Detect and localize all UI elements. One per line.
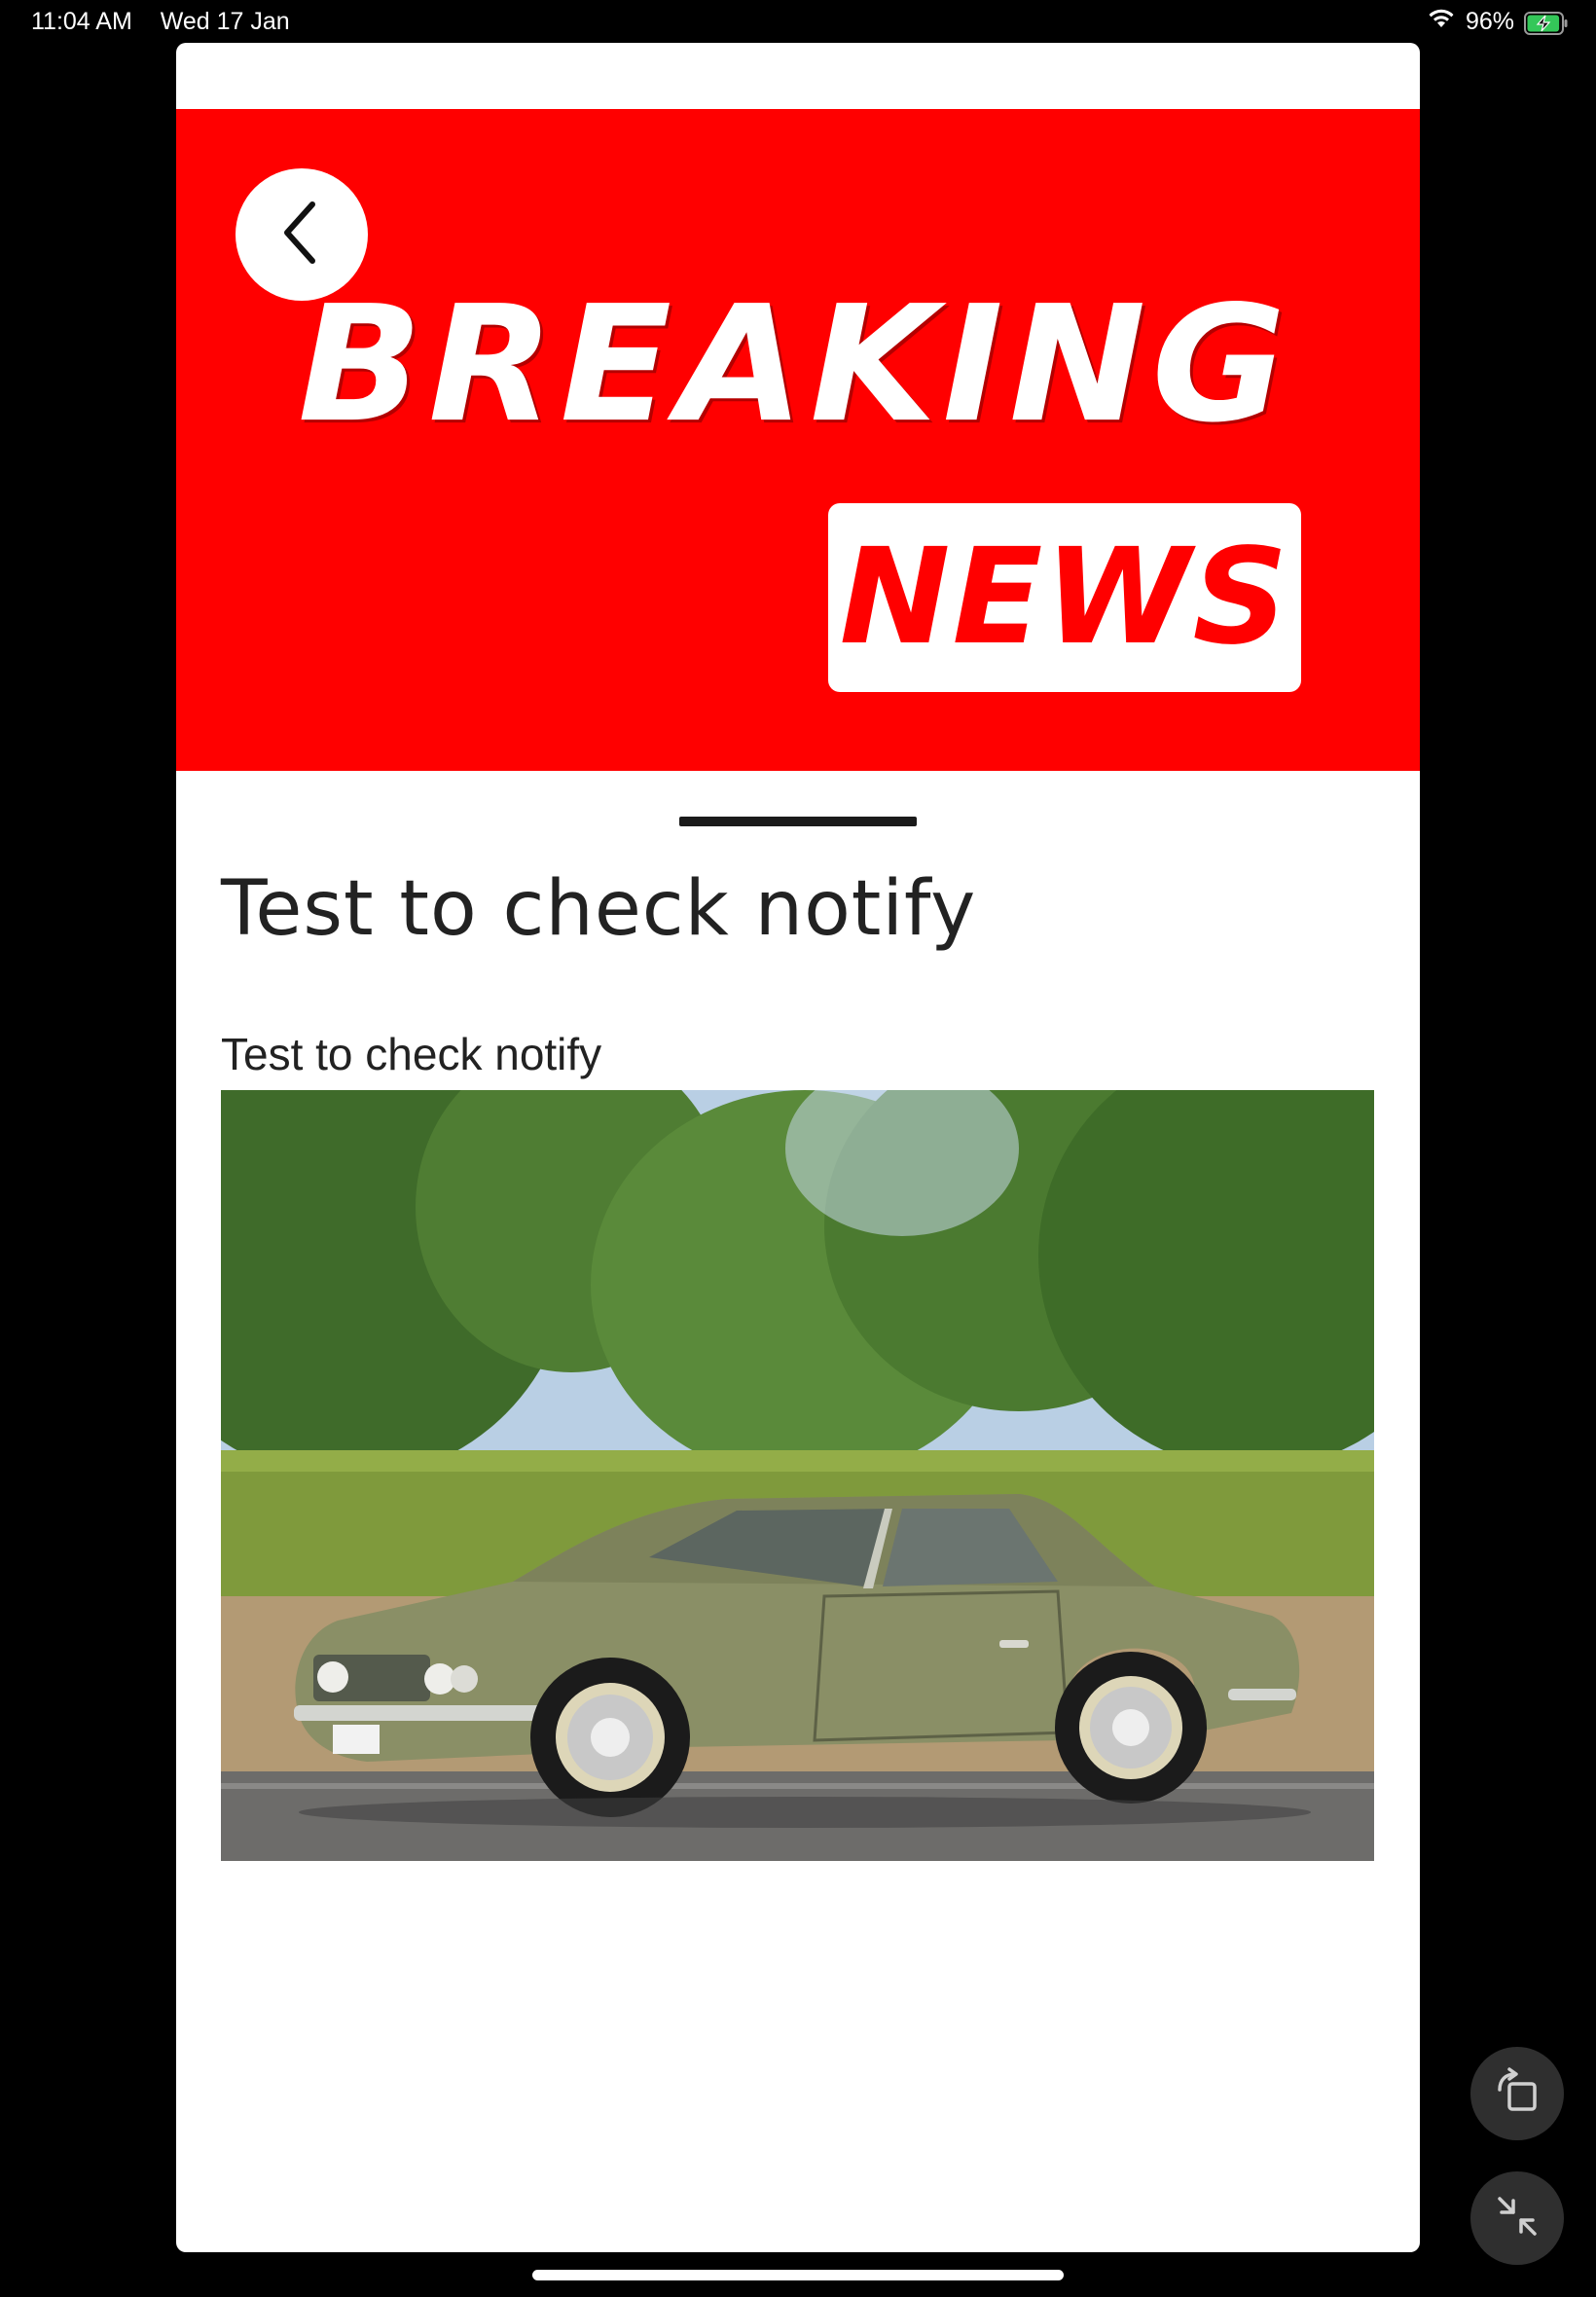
wifi-icon [1427, 8, 1456, 36]
banner-headline-bottom: NEWS [839, 521, 1290, 675]
home-indicator[interactable] [532, 2270, 1064, 2280]
minimize-arrows-icon [1492, 2191, 1542, 2246]
status-bar: 11:04 AM Wed 17 Jan 96% [0, 0, 1596, 43]
car-photo [221, 1090, 1374, 1861]
article-sheet: BREAKING NEWS Test to check notify Test … [176, 43, 1420, 2252]
chevron-left-icon [275, 199, 328, 272]
article-title: Test to check notify [221, 865, 977, 953]
battery-charging-icon [1524, 11, 1568, 35]
back-button[interactable] [236, 168, 368, 301]
rotate-screen-icon [1492, 2066, 1542, 2122]
minimize-button[interactable] [1470, 2171, 1564, 2265]
article-image [221, 1090, 1374, 1861]
banner-news-box: NEWS [828, 503, 1301, 692]
banner-headline-top: BREAKING [298, 271, 1292, 458]
status-time: 11:04 AM [31, 8, 132, 35]
sheet-grabber-handle[interactable] [679, 817, 917, 826]
article-body-text: Test to check notify [221, 1029, 602, 1079]
battery-percent: 96% [1465, 8, 1514, 35]
status-time-date: 11:04 AM Wed 17 Jan [31, 8, 290, 36]
status-date: Wed 17 Jan [160, 8, 290, 35]
status-indicators: 96% [1427, 8, 1568, 36]
rotate-screen-button[interactable] [1470, 2047, 1564, 2140]
